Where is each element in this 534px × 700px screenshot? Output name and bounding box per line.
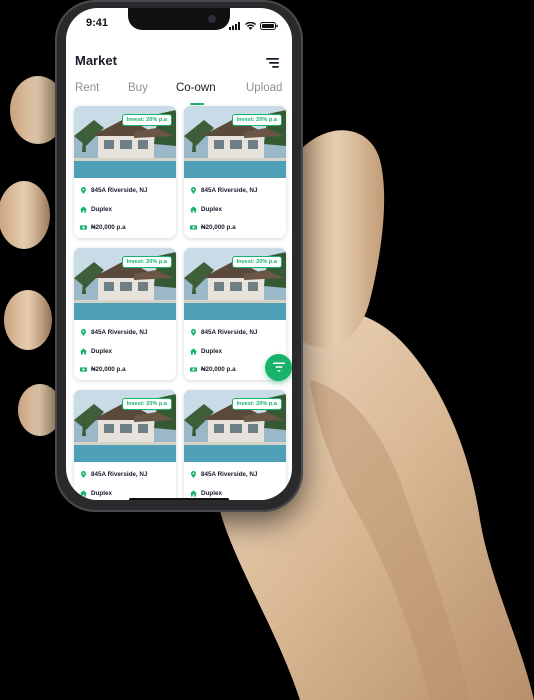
location-pin-icon — [190, 187, 197, 194]
money-icon — [190, 366, 197, 373]
listing-type: Duplex — [91, 348, 112, 355]
listing-address: 845A Riverside, NJ — [201, 471, 258, 478]
money-icon — [190, 224, 197, 231]
listing-card[interactable]: Invest: 20% p.a 845A Riverside, NJ Duple… — [74, 248, 176, 380]
filter-icon — [272, 359, 285, 377]
home-icon — [190, 348, 197, 355]
page-title: Market — [75, 53, 117, 68]
tab-upload[interactable]: Upload — [246, 82, 282, 94]
type-row: Duplex — [190, 348, 222, 355]
type-row: Duplex — [80, 348, 112, 355]
listing-price: ₦20,000 p.a — [91, 366, 126, 373]
price-row: ₦20,000 p.a — [190, 366, 236, 373]
camera-icon — [208, 15, 216, 23]
phone-frame: 9:41 Market Rent Buy Co-own Upload Inves… — [55, 0, 303, 512]
listing-type: Duplex — [91, 490, 112, 497]
location-pin-icon — [190, 329, 197, 336]
listing-card[interactable]: Invest: 20% p.a 845A Riverside, NJ Duple… — [184, 106, 286, 238]
address-row: 845A Riverside, NJ — [190, 471, 257, 478]
invest-badge: Invest: 20% p.a — [231, 114, 282, 126]
listing-address: 845A Riverside, NJ — [201, 187, 258, 194]
listing-address: 845A Riverside, NJ — [91, 187, 148, 194]
listing-card[interactable]: Invest: 20% p.a 845A Riverside, NJ Duple… — [74, 106, 176, 238]
phone-screen: 9:41 Market Rent Buy Co-own Upload Inves… — [66, 8, 292, 500]
money-icon — [80, 224, 87, 231]
home-icon — [190, 206, 197, 213]
home-icon — [190, 490, 197, 497]
price-row: ₦20,000 p.a — [80, 366, 126, 373]
type-row: Duplex — [80, 490, 112, 497]
invest-badge: Invest: 20% p.a — [121, 398, 172, 410]
listing-address: 845A Riverside, NJ — [91, 329, 148, 336]
listing-type: Duplex — [201, 490, 222, 497]
address-row: 845A Riverside, NJ — [190, 329, 257, 336]
listing-price: ₦20,000 p.a — [201, 224, 236, 231]
phone-notch — [128, 8, 230, 30]
location-pin-icon — [80, 329, 87, 336]
address-row: 845A Riverside, NJ — [80, 329, 147, 336]
market-tabs: Rent Buy Co-own Upload — [66, 78, 292, 106]
tab-rent[interactable]: Rent — [75, 82, 99, 94]
listing-price: ₦20,000 p.a — [201, 366, 236, 373]
listing-type: Duplex — [201, 206, 222, 213]
invest-badge: Invest: 20% p.a — [231, 256, 282, 268]
type-row: Duplex — [80, 206, 112, 213]
invest-badge: Invest: 20% p.a — [121, 256, 172, 268]
signal-icon — [229, 17, 241, 35]
home-indicator — [129, 498, 229, 500]
address-row: 845A Riverside, NJ — [190, 187, 257, 194]
filter-fab-button[interactable] — [265, 354, 292, 381]
tab-buy[interactable]: Buy — [128, 82, 148, 94]
price-row: ₦20,000 p.a — [190, 224, 236, 231]
status-time: 9:41 — [86, 17, 109, 29]
location-pin-icon — [80, 187, 87, 194]
home-icon — [80, 348, 87, 355]
type-row: Duplex — [190, 206, 222, 213]
home-icon — [80, 490, 87, 497]
listing-address: 845A Riverside, NJ — [201, 329, 258, 336]
invest-badge: Invest: 20% p.a — [231, 398, 282, 410]
active-tab-indicator — [190, 103, 204, 105]
sort-menu-icon[interactable] — [266, 56, 280, 68]
wifi-icon — [245, 17, 256, 35]
location-pin-icon — [190, 471, 197, 478]
listing-card[interactable]: Invest: 20% p.a 845A Riverside, NJ Duple… — [184, 390, 286, 500]
type-row: Duplex — [190, 490, 222, 497]
status-icons — [229, 17, 278, 35]
address-row: 845A Riverside, NJ — [80, 187, 147, 194]
tab-co-own[interactable]: Co-own — [176, 82, 216, 94]
invest-badge: Invest: 20% p.a — [121, 114, 172, 126]
battery-icon — [260, 17, 278, 35]
location-pin-icon — [80, 471, 87, 478]
price-row: ₦20,000 p.a — [80, 224, 126, 231]
address-row: 845A Riverside, NJ — [80, 471, 147, 478]
money-icon — [80, 366, 87, 373]
listing-card[interactable]: Invest: 20% p.a 845A Riverside, NJ Duple… — [74, 390, 176, 500]
listing-address: 845A Riverside, NJ — [91, 471, 148, 478]
app-header: Market — [66, 52, 292, 76]
home-icon — [80, 206, 87, 213]
listing-price: ₦20,000 p.a — [91, 224, 126, 231]
listing-type: Duplex — [91, 206, 112, 213]
listing-type: Duplex — [201, 348, 222, 355]
